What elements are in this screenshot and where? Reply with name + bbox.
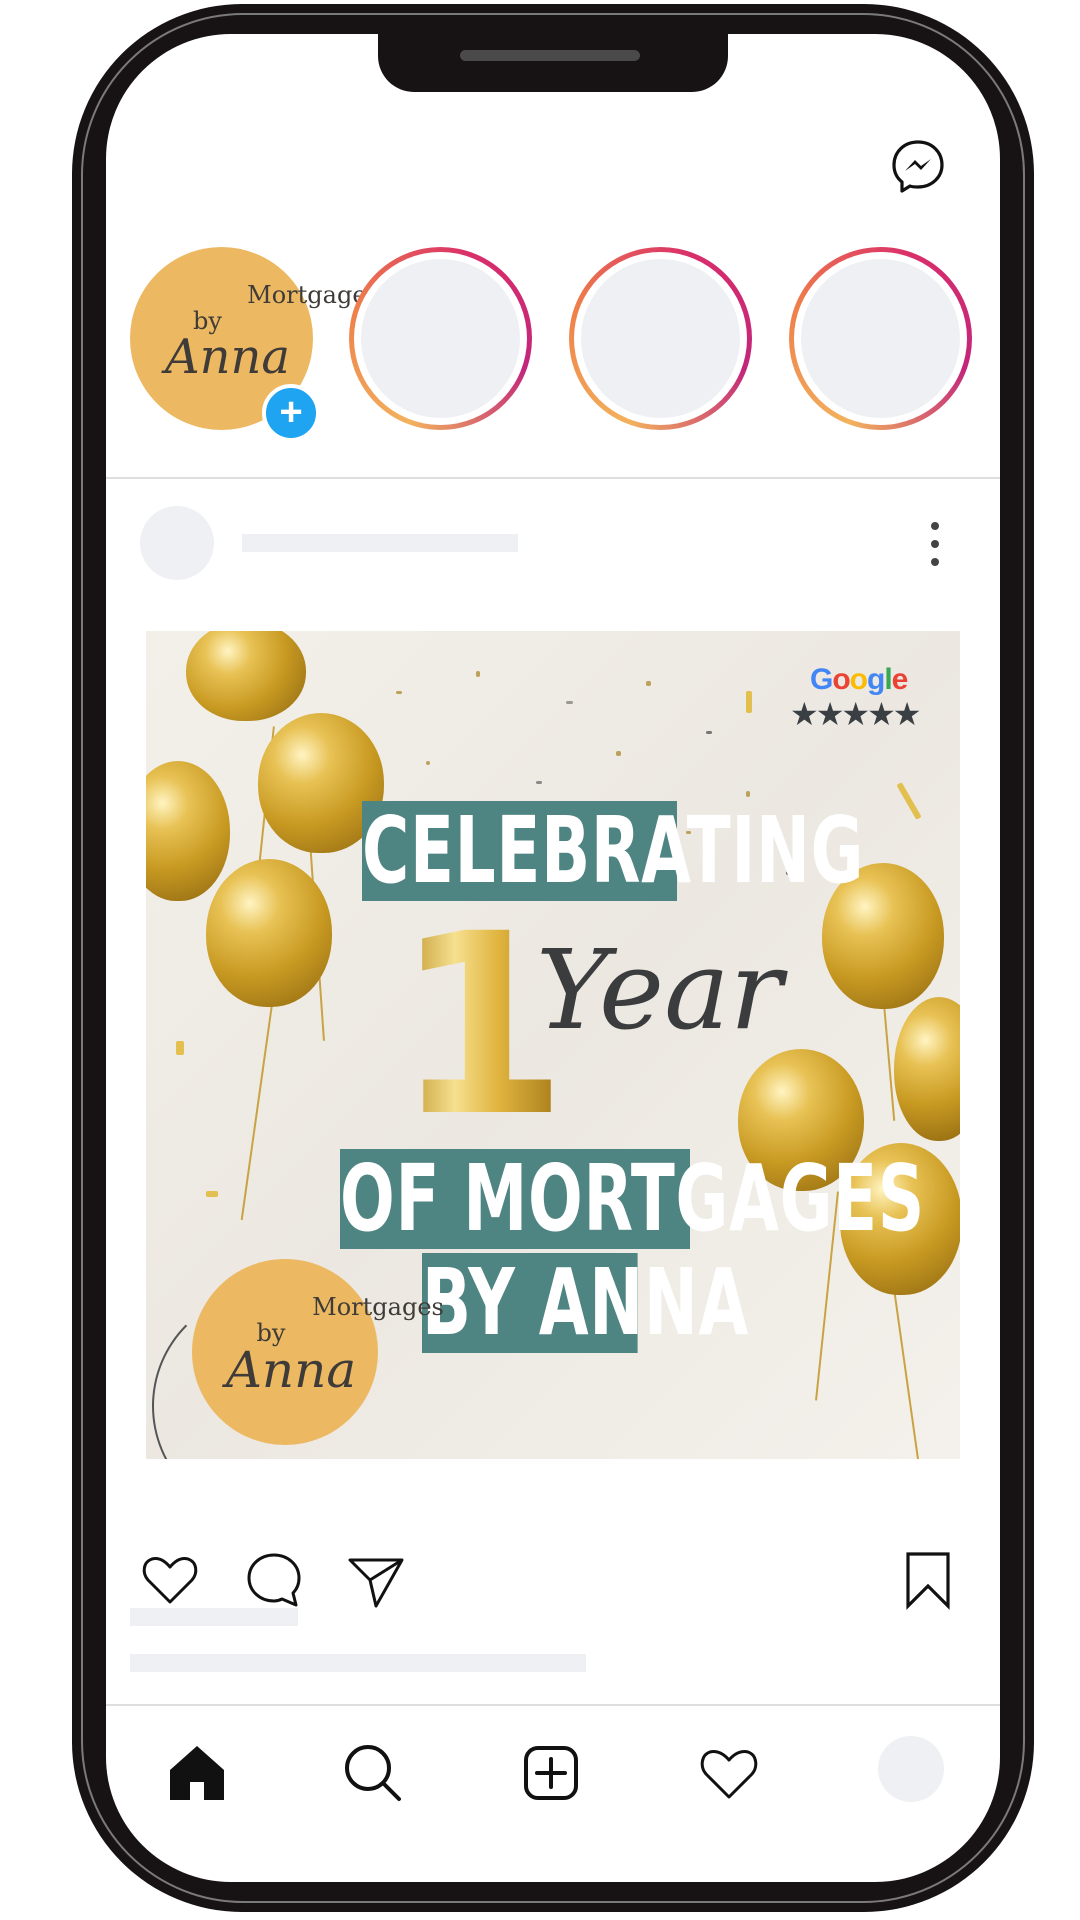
story-avatar-placeholder [581, 259, 740, 418]
speaker-grille [460, 50, 640, 61]
own-story-logo-line3: Anna [164, 329, 291, 385]
stories-divider [106, 477, 1000, 479]
badge-line1: Mortgages [312, 1293, 444, 1321]
badge-line3: Anna [225, 1341, 357, 1399]
share-icon[interactable] [346, 1550, 406, 1610]
story-avatar-placeholder [361, 259, 520, 418]
plus-icon: + [279, 390, 303, 434]
script-year: Year [536, 926, 783, 1054]
new-post-icon[interactable] [520, 1742, 582, 1804]
five-star-rating: ★★★★★ [790, 696, 921, 732]
comment-icon[interactable] [244, 1550, 304, 1610]
nav-divider [106, 1704, 1000, 1706]
caption-placeholder [130, 1654, 586, 1672]
app-screen: Mortgages by Anna + Google ★★★★★ CELEBRA… [106, 34, 1000, 1882]
post-author-avatar[interactable] [140, 506, 214, 580]
like-icon[interactable] [140, 1550, 200, 1610]
phone-frame: Mortgages by Anna + Google ★★★★★ CELEBRA… [72, 4, 1034, 1912]
activity-icon[interactable] [698, 1742, 760, 1804]
post-author-name-placeholder[interactable] [242, 534, 518, 552]
home-icon[interactable] [166, 1742, 228, 1804]
likes-count-placeholder [130, 1608, 298, 1626]
phone-notch [378, 34, 728, 92]
messenger-icon[interactable] [890, 138, 946, 194]
search-icon[interactable] [342, 1742, 404, 1804]
bookmark-icon[interactable] [898, 1550, 958, 1610]
story-item-3[interactable] [789, 247, 972, 430]
post-image[interactable]: Google ★★★★★ CELEBRATING 1 Year OF MORTG… [146, 631, 960, 1459]
add-story-button[interactable]: + [262, 384, 320, 442]
story-item-1[interactable] [349, 247, 532, 430]
google-logo: Google [810, 663, 908, 696]
story-item-2[interactable] [569, 247, 752, 430]
story-avatar-placeholder [801, 259, 960, 418]
profile-avatar[interactable] [878, 1736, 944, 1802]
headline-of-mortgages: OF MORTGAGES [340, 1145, 925, 1252]
brand-logo-badge: Mortgages by Anna [192, 1259, 444, 1445]
more-options-icon[interactable] [928, 520, 942, 568]
